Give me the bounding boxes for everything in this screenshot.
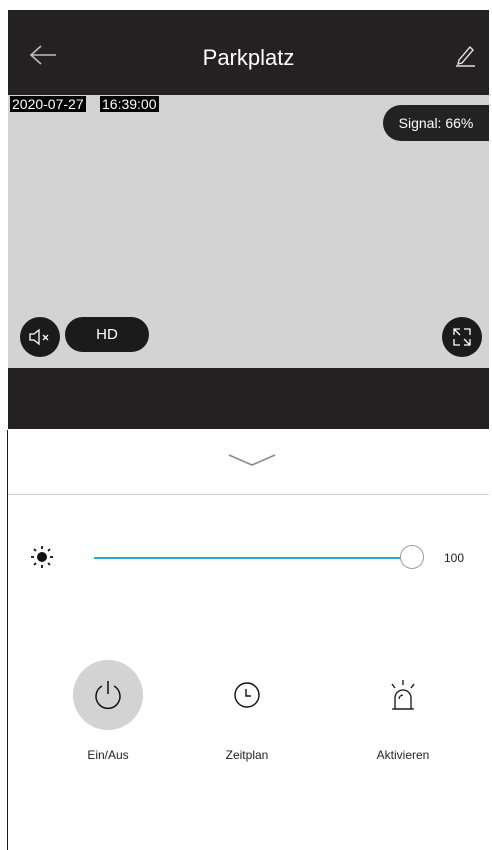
power-button-circle <box>73 660 143 730</box>
power-label: Ein/Aus <box>87 748 129 762</box>
top-app-bar: Parkplatz <box>8 10 489 95</box>
power-icon <box>95 681 121 710</box>
page-title: Parkplatz <box>202 45 295 70</box>
timestamp-date: 2020-07-27 <box>10 96 86 112</box>
schedule-label: Zeitplan <box>225 748 269 762</box>
schedule-button-circle <box>212 660 282 730</box>
brightness-slider-track[interactable] <box>94 557 404 559</box>
alarm-button-circle <box>368 660 438 730</box>
chevron-down-icon[interactable] <box>227 452 277 468</box>
fullscreen-button[interactable] <box>442 317 482 357</box>
section-divider <box>8 494 489 495</box>
activate-alarm-button[interactable]: Aktivieren <box>338 660 468 762</box>
video-bottom-bar <box>8 368 489 429</box>
clock-icon <box>234 682 260 708</box>
brightness-value: 100 <box>444 551 465 565</box>
timestamp-time: 16:39:00 <box>100 96 159 112</box>
speaker-muted-icon <box>29 328 49 346</box>
mute-button[interactable] <box>20 317 60 357</box>
page-edge-line <box>7 430 8 850</box>
alarm-light-icon <box>391 680 415 710</box>
brightness-slider-thumb[interactable] <box>400 545 424 569</box>
video-quality-button[interactable]: HD <box>65 317 149 352</box>
schedule-button[interactable]: Zeitplan <box>182 660 312 762</box>
camera-live-view[interactable]: 2020-07-27 16:39:00 Signal: 66% HD <box>8 95 489 368</box>
signal-badge: Signal: 66% <box>383 105 489 141</box>
pencil-icon[interactable] <box>454 43 476 67</box>
sun-icon <box>31 546 53 568</box>
activate-label: Aktivieren <box>376 748 430 762</box>
fullscreen-icon <box>453 328 471 346</box>
power-toggle-button[interactable]: Ein/Aus <box>43 660 173 762</box>
